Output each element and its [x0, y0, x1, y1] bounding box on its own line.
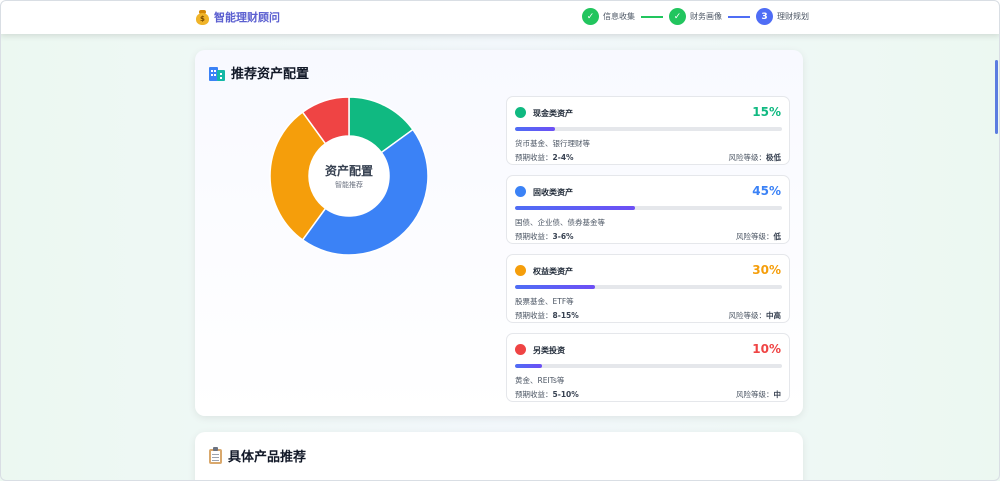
allocation-title: 推荐资产配置: [231, 67, 310, 82]
asset-description: 股票基金、ETF等: [515, 297, 574, 306]
asset-expected-return: 预期收益：2-4%: [515, 152, 574, 163]
asset-risk-level: 风险等级：中: [736, 389, 781, 400]
building-icon: [209, 65, 225, 81]
asset-risk-level: 风险等级：极低: [729, 152, 782, 163]
brand[interactable]: $ 智能理财顾问: [196, 9, 280, 25]
step-connector: [641, 15, 663, 18]
app-title: 智能理财顾问: [214, 11, 280, 24]
asset-card-alternative[interactable]: 另类投资 10% 黄金、REITs等 预期收益：5-10% 风险等级：中: [506, 333, 790, 402]
allocation-donut-chart: 资产配置 智能推荐: [269, 96, 429, 256]
allocation-card: 推荐资产配置 资产配置 智能推荐 现金类资产 15% 货币基金、银行理财等 预期…: [195, 50, 803, 416]
asset-description: 黄金、REITs等: [515, 376, 565, 385]
asset-risk-level: 风险等级：中高: [729, 310, 782, 321]
scrollbar-thumb[interactable]: [995, 60, 998, 134]
asset-percent: 45%: [752, 184, 781, 198]
risk-label: 风险等级：: [736, 390, 774, 399]
risk-value: 低: [773, 232, 782, 241]
risk-value: 中高: [766, 311, 781, 320]
asset-name: 固收类资产: [533, 188, 573, 197]
asset-progress-fill: [515, 127, 556, 131]
asset-percent: 10%: [752, 342, 781, 356]
return-label: 预期收益：: [515, 153, 553, 162]
risk-value: 中: [773, 390, 782, 399]
risk-value: 极低: [766, 153, 781, 162]
step-2-check-icon: ✓: [669, 8, 686, 25]
asset-color-dot: [515, 107, 526, 118]
step-2-label: 财务画像: [690, 12, 722, 21]
products-title: 具体产品推荐: [228, 450, 307, 465]
step-1-check-icon: ✓: [582, 8, 599, 25]
asset-progress-bar: [515, 285, 782, 289]
return-label: 预期收益：: [515, 232, 553, 241]
asset-progress-bar: [515, 364, 782, 368]
asset-risk-level: 风险等级：低: [736, 231, 781, 242]
top-header: $ 智能理财顾问 ✓ 信息收集 ✓ 财务画像 3 理财规划: [0, 0, 1000, 34]
allocation-card-header: 推荐资产配置: [209, 63, 309, 82]
asset-progress-fill: [515, 206, 636, 210]
asset-color-dot: [515, 186, 526, 197]
asset-card-equity[interactable]: 权益类资产 30% 股票基金、ETF等 预期收益：8-15% 风险等级：中高: [506, 254, 790, 323]
asset-name: 另类投资: [533, 346, 565, 355]
step-1-label: 信息收集: [603, 12, 635, 21]
step-3-number: 3: [756, 8, 773, 25]
products-card-header: 具体产品推荐: [209, 446, 306, 465]
asset-progress-fill: [515, 364, 542, 368]
asset-progress-fill: [515, 285, 596, 289]
risk-label: 风险等级：: [736, 232, 774, 241]
asset-card-fixed-income[interactable]: 固收类资产 45% 国债、企业债、债券基金等 预期收益：3-6% 风险等级：低: [506, 175, 790, 244]
asset-percent: 15%: [752, 105, 781, 119]
money-bag-icon: $: [196, 9, 209, 25]
asset-description: 国债、企业债、债券基金等: [515, 218, 605, 227]
asset-expected-return: 预期收益：5-10%: [515, 389, 579, 400]
asset-name: 权益类资产: [533, 267, 573, 276]
asset-color-dot: [515, 344, 526, 355]
asset-expected-return: 预期收益：8-15%: [515, 310, 579, 321]
asset-progress-bar: [515, 127, 782, 131]
asset-progress-bar: [515, 206, 782, 210]
donut-center-subtitle: 智能推荐: [335, 181, 363, 189]
asset-color-dot: [515, 265, 526, 276]
risk-label: 风险等级：: [728, 153, 767, 162]
donut-center-title: 资产配置: [324, 164, 373, 178]
return-label: 预期收益：: [515, 311, 553, 320]
clipboard-icon: [209, 447, 222, 464]
progress-steps: ✓ 信息收集 ✓ 财务画像 3 理财规划: [582, 8, 809, 25]
products-card: 具体产品推荐: [195, 432, 803, 481]
risk-label: 风险等级：: [728, 311, 767, 320]
step-3-label: 理财规划: [777, 12, 809, 21]
return-value: 5-10%: [552, 390, 579, 399]
asset-list: 现金类资产 15% 货币基金、银行理财等 预期收益：2-4% 风险等级：极低 固…: [506, 96, 790, 412]
return-value: 2-4%: [552, 153, 574, 162]
asset-percent: 30%: [752, 263, 781, 277]
donut-center: 资产配置 智能推荐: [309, 136, 389, 216]
asset-card-cash[interactable]: 现金类资产 15% 货币基金、银行理财等 预期收益：2-4% 风险等级：极低: [506, 96, 790, 165]
asset-description: 货币基金、银行理财等: [515, 139, 590, 148]
step-connector: [728, 15, 750, 18]
return-label: 预期收益：: [515, 390, 553, 399]
asset-expected-return: 预期收益：3-6%: [515, 231, 574, 242]
return-value: 8-15%: [552, 311, 579, 320]
asset-name: 现金类资产: [533, 109, 573, 118]
return-value: 3-6%: [552, 232, 574, 241]
